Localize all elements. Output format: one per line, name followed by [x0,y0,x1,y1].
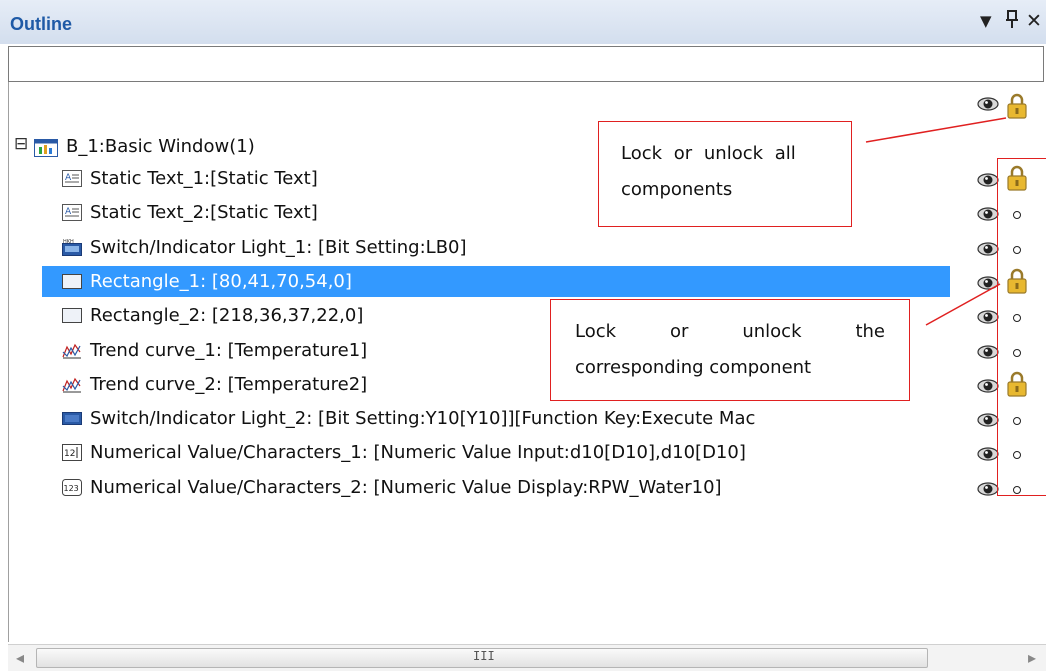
tree-item-label: Numerical Value/Characters_1: [Numeric V… [90,442,746,463]
visibility-eye-icon[interactable] [977,207,999,221]
root-label: B_1:Basic Window(1) [66,136,255,157]
basic-window-icon [34,139,58,157]
callout-lock-all-text1: Lock or unlock all [621,143,796,164]
horizontal-scrollbar[interactable]: ◂ III ▸ [8,644,1046,671]
static-text-icon: A [62,170,82,187]
scroll-grip-icon: III [473,649,495,663]
svg-text:12: 12 [64,449,75,459]
dropdown-icon[interactable]: ▼ [980,12,992,30]
outline-panel: Outline ▼ ✕ ⊟ B_1:Basic Window(1) A Stat… [0,0,1046,672]
pin-glyph-icon [1006,10,1018,28]
tree-item-label: Rectangle_2: [218,36,37,22,0] [90,305,364,326]
visibility-eye-icon[interactable] [977,447,999,461]
scroll-thumb[interactable]: III [36,648,928,668]
collapse-toggle-icon[interactable]: ⊟ [14,134,28,154]
tree-root-row[interactable]: ⊟ B_1:Basic Window(1) [14,132,614,162]
callout-lock-all-pointer [865,117,1007,143]
tree-item-label: Trend curve_1: [Temperature1] [90,340,368,361]
visibility-eye-icon[interactable] [977,345,999,359]
switch-indicator-icon: HKH [62,239,82,256]
scroll-left-arrow-icon[interactable]: ◂ [16,648,24,667]
tree-item-label: Rectangle_1: [80,41,70,54,0] [90,271,352,292]
tree-item-label: Switch/Indicator Light_2: [Bit Setting:Y… [90,408,756,429]
tree-item-row[interactable]: Rectangle_1: [80,41,70,54,0] [52,267,952,297]
tree-item-label: Static Text_1:[Static Text] [90,168,318,189]
callout-word-lock: Lock [575,321,617,342]
trend-curve-icon [62,343,81,359]
static-text-icon: A [62,204,82,221]
callout-word-the: the [855,321,885,342]
callout-word-unlock: unlock [742,321,802,342]
visibility-eye-icon[interactable] [977,242,999,256]
callout-lock-all: Lock or unlock all components [598,121,852,227]
close-icon[interactable]: ✕ [1026,10,1042,32]
filter-input[interactable] [8,46,1044,82]
tree-item-label: Numerical Value/Characters_2: [Numeric V… [90,477,722,498]
svg-text:123: 123 [64,484,79,493]
visibility-eye-icon[interactable] [977,482,999,496]
tree-item-row[interactable]: 12 Numerical Value/Characters_1: [Numeric… [52,438,952,468]
callout-lock-one-line1: Lock or unlock the [575,314,885,350]
switch-indicator-2-icon [62,412,82,425]
callout-lock-all-text2: components [621,179,733,200]
visibility-eye-icon[interactable] [977,379,999,393]
visibility-eye-icon[interactable] [977,173,999,187]
pin-icon[interactable] [1005,9,1019,34]
callout-lock-all-line1: Lock or unlock all [621,136,827,172]
tree-item-row[interactable]: Switch/Indicator Light_2: [Bit Setting:Y… [52,404,952,434]
numeric-display-icon: 123 [62,479,82,496]
callout-lock-one-text2: corresponding component [575,357,812,378]
callout-lock-one-pointer [925,283,1001,326]
tree-item-label: Static Text_2:[Static Text] [90,202,318,223]
numeric-input-icon: 12 [62,444,82,461]
tree-item-row[interactable]: 123 Numerical Value/Characters_2: [Numeri… [52,473,952,503]
rectangle-icon [62,308,82,323]
trend-curve-icon [62,377,81,393]
panel-left-border [8,82,9,642]
tree-item-label: Switch/Indicator Light_1: [Bit Setting:L… [90,237,467,258]
scroll-right-arrow-icon[interactable]: ▸ [1028,648,1036,667]
panel-titlebar: Outline ▼ ✕ [0,0,1046,44]
tree-item-label: Trend curve_2: [Temperature2] [90,374,368,395]
callout-word-or: or [669,321,689,342]
visibility-eye-icon[interactable] [977,413,999,427]
panel-title: Outline [10,14,72,34]
tree-item-row[interactable]: HKH Switch/Indicator Light_1: [Bit Settin… [52,233,952,263]
svg-text:HKH: HKH [63,239,74,245]
callout-lock-one: Lock or unlock the corresponding compone… [550,299,910,401]
rectangle-icon [62,274,82,289]
